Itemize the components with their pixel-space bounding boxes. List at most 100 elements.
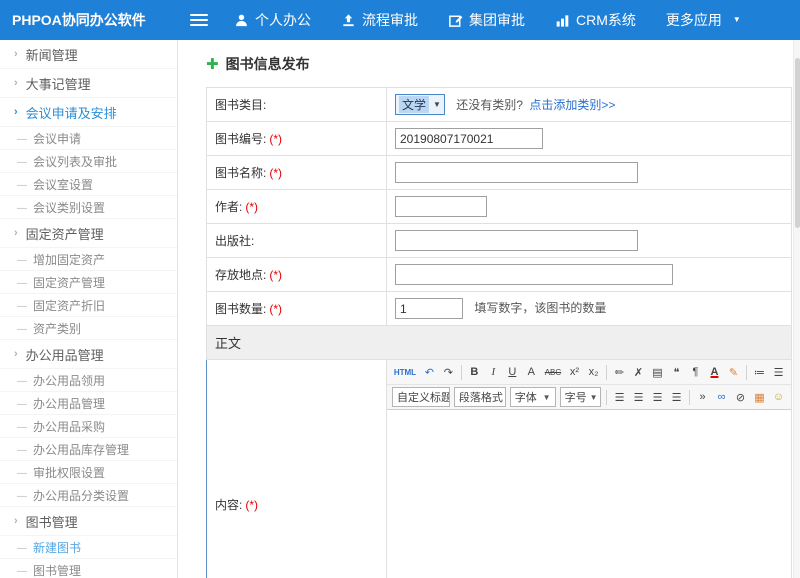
redo-button[interactable]: ↷ bbox=[440, 362, 457, 382]
emotion-button[interactable]: ☺ bbox=[770, 387, 787, 407]
ordered-list-button[interactable]: ≔ bbox=[751, 362, 768, 382]
required-marker: (*) bbox=[269, 166, 282, 180]
row-author: 作者:(*) bbox=[207, 190, 792, 224]
sidebar-item-book-management-sub[interactable]: 图书管理 bbox=[0, 559, 177, 578]
plus-icon bbox=[206, 57, 219, 72]
menu-icon[interactable] bbox=[190, 11, 208, 29]
sidebar-item-new-book[interactable]: 新建图书 bbox=[0, 536, 177, 559]
row-book-number: 图书编号:(*) bbox=[207, 122, 792, 156]
indent-button[interactable]: » bbox=[694, 387, 711, 407]
nav-label: 个人办公 bbox=[255, 10, 311, 30]
bold-button[interactable]: B bbox=[466, 362, 483, 382]
undo-button[interactable]: ↶ bbox=[421, 362, 438, 382]
nav-crm-system[interactable]: CRM系统 bbox=[555, 10, 636, 30]
required-marker: (*) bbox=[269, 302, 282, 316]
topbar: PHPOA协同办公软件 个人办公 流程审批 集团审批 CRM系统 bbox=[0, 0, 800, 40]
underline-button[interactable]: U bbox=[504, 362, 521, 382]
pagebreak-button[interactable]: ¶ bbox=[687, 362, 704, 382]
required-marker: (*) bbox=[269, 132, 282, 146]
sidebar-item-approval-permission-settings[interactable]: 审批权限设置 bbox=[0, 461, 177, 484]
link-button[interactable]: ∞ bbox=[713, 387, 730, 407]
font-border-button[interactable]: A bbox=[523, 362, 540, 382]
dash-bullet bbox=[17, 540, 27, 554]
chevron-right-icon bbox=[14, 107, 18, 118]
unlink-button[interactable]: ⊘ bbox=[732, 387, 749, 407]
sidebar-item-fixed-asset-management[interactable]: 固定资产管理 bbox=[0, 271, 177, 294]
chevron-down-icon bbox=[543, 393, 551, 402]
publisher-input[interactable] bbox=[395, 230, 638, 251]
format-brush-button[interactable]: ✏ bbox=[611, 362, 628, 382]
chevron-right-icon bbox=[14, 228, 18, 239]
sidebar-item-fixed-assets-management[interactable]: 固定资产管理 bbox=[0, 219, 177, 248]
highlight-button[interactable]: ✎ bbox=[725, 362, 742, 382]
align-right-button[interactable]: ☰ bbox=[649, 387, 666, 407]
row-category: 图书类目: 文学 还没有类别? 点击添加类别>> bbox=[207, 88, 792, 122]
sidebar-item-supplies-management[interactable]: 办公用品管理 bbox=[0, 392, 177, 415]
nav-process-approval[interactable]: 流程审批 bbox=[341, 10, 418, 30]
add-category-link[interactable]: 点击添加类别>> bbox=[529, 98, 615, 112]
unordered-list-button[interactable]: ☰ bbox=[770, 362, 787, 382]
dash-bullet bbox=[17, 177, 27, 191]
toolbar-separator bbox=[689, 390, 690, 405]
location-label: 存放地点: bbox=[215, 268, 266, 282]
author-input[interactable] bbox=[395, 196, 487, 217]
nav-personal-office[interactable]: 个人办公 bbox=[234, 10, 311, 30]
eraser-button[interactable]: ✗ bbox=[630, 362, 647, 382]
rich-text-editor: HTML ↶ ↷ B I U A ABC x² x₂ ✏ bbox=[387, 360, 791, 578]
image-button[interactable]: ▦ bbox=[751, 387, 768, 407]
align-center-button[interactable]: ☰ bbox=[630, 387, 647, 407]
paste-button[interactable]: ▤ bbox=[649, 362, 666, 382]
sidebar-item-supplies-inventory[interactable]: 办公用品库存管理 bbox=[0, 438, 177, 461]
dash-bullet bbox=[17, 131, 27, 145]
sidebar-item-supplies-category-settings[interactable]: 办公用品分类设置 bbox=[0, 484, 177, 507]
blockquote-button[interactable]: ❝ bbox=[668, 362, 685, 382]
font-family-select[interactable]: 字体 bbox=[510, 387, 556, 407]
sidebar-item-meeting-apply[interactable]: 会议申请 bbox=[0, 127, 177, 150]
category-label: 图书类目: bbox=[215, 98, 266, 112]
align-left-button[interactable]: ☰ bbox=[611, 387, 628, 407]
sidebar-item-memorabilia-management[interactable]: 大事记管理 bbox=[0, 69, 177, 98]
sidebar-item-asset-category[interactable]: 资产类别 bbox=[0, 317, 177, 340]
nav-more-apps[interactable]: 更多应用 bbox=[666, 10, 741, 30]
page-scrollbar[interactable] bbox=[793, 40, 800, 578]
font-color-button[interactable]: A bbox=[706, 362, 723, 382]
sidebar-item-meeting-room-settings[interactable]: 会议室设置 bbox=[0, 173, 177, 196]
nav-group-approval[interactable]: 集团审批 bbox=[448, 10, 525, 30]
sidebar-item-add-fixed-asset[interactable]: 增加固定资产 bbox=[0, 248, 177, 271]
row-quantity: 图书数量:(*) 填写数字，该图书的数量 bbox=[207, 292, 792, 326]
sidebar-item-meeting-management[interactable]: 会议申请及安排 bbox=[0, 98, 177, 127]
subscript-button[interactable]: x₂ bbox=[585, 362, 602, 382]
scrollbar-thumb[interactable] bbox=[795, 58, 800, 228]
italic-button[interactable]: I bbox=[485, 362, 502, 382]
sidebar-item-fixed-asset-depreciation[interactable]: 固定资产折旧 bbox=[0, 294, 177, 317]
paragraph-format-select[interactable]: 段落格式 bbox=[454, 387, 506, 407]
dash-bullet bbox=[17, 465, 27, 479]
editor-content[interactable] bbox=[387, 410, 791, 578]
sidebar-item-news-management[interactable]: 新闻管理 bbox=[0, 40, 177, 69]
sidebar-item-supplies-requisition[interactable]: 办公用品领用 bbox=[0, 369, 177, 392]
category-select[interactable]: 文学 bbox=[395, 94, 445, 115]
sidebar-item-supplies-purchase[interactable]: 办公用品采购 bbox=[0, 415, 177, 438]
chevron-down-icon bbox=[433, 100, 441, 109]
toolbar-separator bbox=[606, 390, 607, 405]
sidebar-item-meeting-list-approval[interactable]: 会议列表及审批 bbox=[0, 150, 177, 173]
sidebar-item-meeting-category-settings[interactable]: 会议类别设置 bbox=[0, 196, 177, 219]
book-number-input[interactable] bbox=[395, 128, 543, 149]
align-justify-button[interactable]: ☰ bbox=[668, 387, 685, 407]
book-name-input[interactable] bbox=[395, 162, 638, 183]
group-approval-icon bbox=[448, 13, 463, 28]
sidebar-item-book-management[interactable]: 图书管理 bbox=[0, 507, 177, 536]
location-input[interactable] bbox=[395, 264, 673, 285]
publisher-label: 出版社: bbox=[215, 234, 254, 248]
sidebar-item-office-supplies-management[interactable]: 办公用品管理 bbox=[0, 340, 177, 369]
custom-title-select[interactable]: 自定义标题 bbox=[392, 387, 450, 407]
html-source-button[interactable]: HTML bbox=[391, 362, 419, 382]
dash-bullet bbox=[17, 275, 27, 289]
font-size-select[interactable]: 字号 bbox=[560, 387, 601, 407]
dash-bullet bbox=[17, 396, 27, 410]
nav-label: 更多应用 bbox=[666, 10, 722, 30]
quantity-input[interactable] bbox=[395, 298, 463, 319]
dash-bullet bbox=[17, 298, 27, 312]
superscript-button[interactable]: x² bbox=[566, 362, 583, 382]
strikethrough-button[interactable]: ABC bbox=[542, 362, 564, 382]
